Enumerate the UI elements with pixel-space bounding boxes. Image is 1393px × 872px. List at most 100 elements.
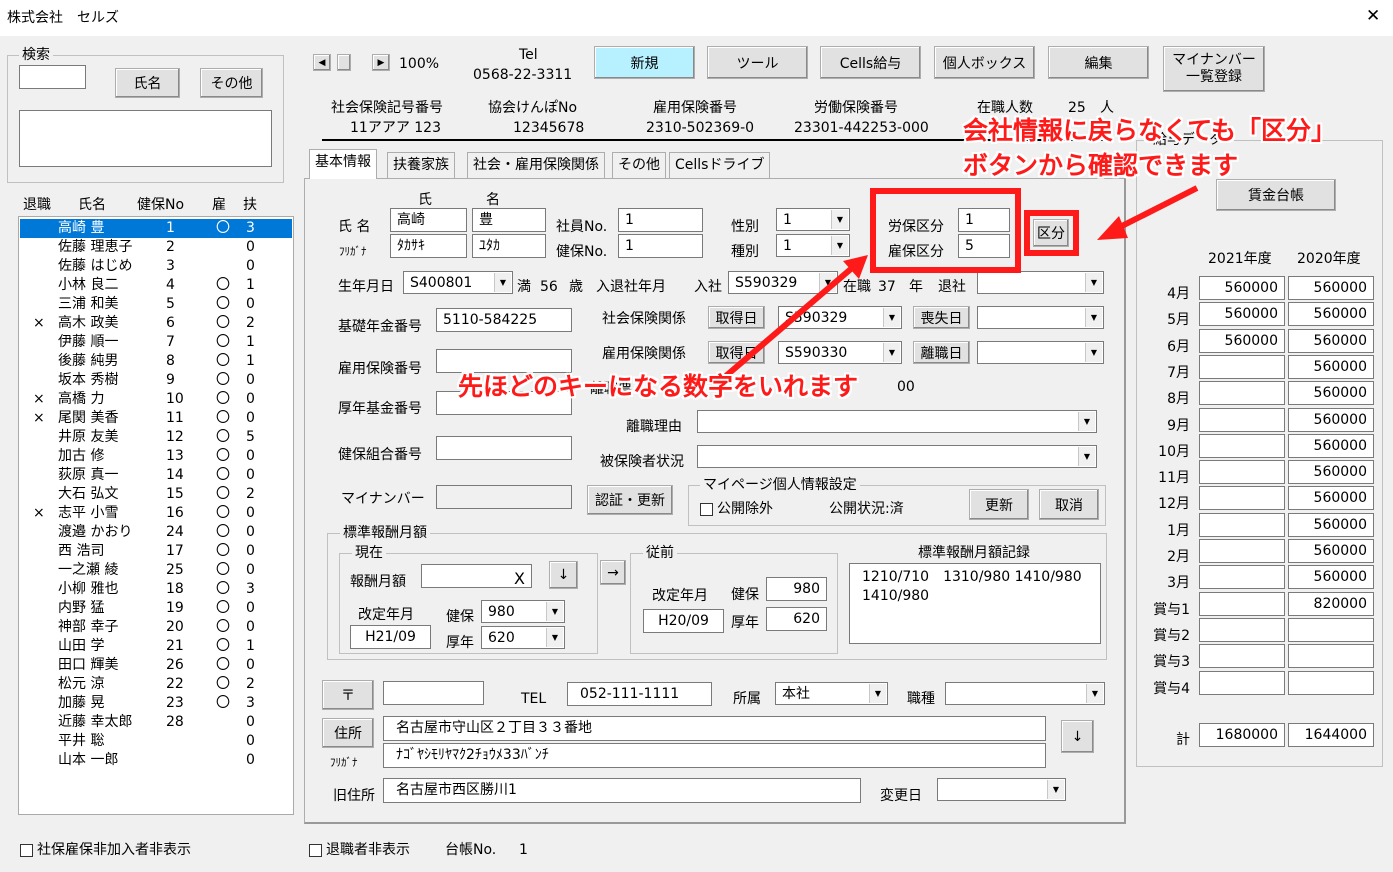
list-item[interactable]: 一之瀬 綾 25 〇 0 (20, 561, 292, 580)
kenpo-grade-select[interactable]: 980 ▼ (481, 600, 565, 623)
tab-cells-drive[interactable]: Cellsドライブ (669, 152, 771, 178)
list-item[interactable]: 三浦 和美 5 〇 0 (20, 295, 292, 314)
sei-kana-field[interactable]: ﾀｶｻｷ (390, 234, 467, 258)
salary-2020-field[interactable]: 560000 (1288, 302, 1374, 327)
list-item[interactable]: 渡邉 かおり 24 〇 0 (20, 523, 292, 542)
search-name-button[interactable]: 氏名 (115, 68, 180, 98)
shaho-date-select[interactable]: S590329 ▼ (778, 306, 902, 329)
list-item[interactable]: 井原 友美 12 〇 5 (20, 428, 292, 447)
salary-2020-field[interactable]: 560000 (1288, 276, 1374, 300)
list-item[interactable]: 神部 幸子 20 〇 0 (20, 618, 292, 637)
hide-nonmember-checkbox[interactable]: 社保雇保非加入者非表示 (20, 841, 191, 859)
address-kana-field[interactable]: ﾅｺﾞﾔｼﾓﾘﾔﾏｸ2ﾁｮｳﾒ33ﾊﾞﾝﾁ (383, 743, 1046, 768)
prev-kaitei-field[interactable]: H20/09 (643, 609, 724, 633)
mei-field[interactable]: 豊 (472, 208, 546, 232)
list-item[interactable]: 小林 良二 4 〇 1 (20, 276, 292, 295)
shaho-shutoku-button[interactable]: 取得日 (708, 306, 765, 329)
salary-2021-field[interactable] (1199, 407, 1285, 432)
salary-2020-field[interactable] (1288, 617, 1374, 642)
salary-2020-field[interactable]: 560000 (1288, 381, 1374, 406)
mypage-cancel-button[interactable]: 取消 (1039, 489, 1099, 520)
salary-2020-field[interactable]: 560000 (1288, 328, 1374, 353)
salary-2020-field[interactable]: 560000 (1288, 512, 1374, 537)
salary-2020-field[interactable]: 820000 (1288, 591, 1374, 616)
join-date-select[interactable]: S590329 ▼ (728, 271, 838, 294)
list-item[interactable]: 後藤 純男 8 〇 1 (20, 352, 292, 371)
record-area[interactable]: 1210/710 1310/980 1410/980 1410/980 (849, 563, 1101, 644)
tab-basic[interactable]: 基本情報 (309, 149, 377, 179)
list-item[interactable]: 佐藤 理恵子 2 0 (20, 238, 292, 257)
exclude-checkbox[interactable]: 公開除外 (700, 500, 773, 518)
salary-2020-field[interactable] (1288, 670, 1374, 695)
hihokensha-select[interactable]: ▼ (697, 445, 1097, 468)
leave-date-select[interactable]: ▼ (977, 271, 1104, 294)
scroll-left-button[interactable]: ◀ (313, 54, 331, 71)
list-item[interactable]: 高崎 豊 1 〇3 (20, 219, 292, 238)
address-tel-field[interactable]: 052-111-1111 (567, 682, 712, 706)
pension-field[interactable]: 5110-584225 (436, 308, 572, 332)
salary-2021-field[interactable]: 560000 (1199, 276, 1285, 300)
close-icon[interactable]: ✕ (1366, 7, 1380, 25)
reward-down-button[interactable]: ↓ (549, 561, 578, 589)
list-item[interactable]: 松元 涼 22 〇 2 (20, 675, 292, 694)
soshitsu-date-select[interactable]: ▼ (977, 306, 1104, 329)
salary-2021-field[interactable] (1199, 617, 1285, 642)
search-result-area[interactable] (19, 110, 272, 167)
birth-select[interactable]: S400801 ▼ (403, 271, 513, 294)
tab-insurance[interactable]: 社会・雇用保険関係 (467, 152, 605, 178)
search-input[interactable] (19, 65, 86, 89)
salary-2021-field[interactable] (1199, 433, 1285, 458)
salary-2021-field[interactable] (1199, 512, 1285, 537)
tab-other[interactable]: その他 (612, 152, 666, 178)
old-address-field[interactable]: 名古屋市西区勝川1 (383, 778, 861, 803)
kenpo-no-field[interactable]: 1 (618, 234, 703, 258)
new-button[interactable]: 新規 (594, 46, 695, 79)
list-item[interactable]: 荻原 真一 14 〇 0 (20, 466, 292, 485)
rouho-field[interactable]: 1 (958, 208, 1010, 232)
search-other-button[interactable]: その他 (200, 68, 263, 98)
list-item[interactable]: 山本 一郎 0 (20, 751, 292, 770)
list-item[interactable]: 平井 聡 0 (20, 732, 292, 751)
kenpo-kumiai-field[interactable] (436, 436, 572, 460)
scroll-right-button[interactable]: ▶ (372, 54, 390, 71)
salary-2020-field[interactable]: 560000 (1288, 539, 1374, 563)
list-item[interactable]: 山田 学 21 〇 1 (20, 637, 292, 656)
salary-2021-field[interactable] (1199, 381, 1285, 406)
auth-update-button[interactable]: 認証・更新 (587, 485, 673, 515)
salary-2020-field[interactable]: 560000 (1288, 407, 1374, 432)
salary-2020-field[interactable]: 560000 (1288, 565, 1374, 590)
list-item[interactable]: × 尾関 美香 11 〇 0 (20, 409, 292, 428)
salary-2021-field[interactable]: 560000 (1199, 302, 1285, 327)
salary-2021-field[interactable] (1199, 539, 1285, 563)
list-item[interactable]: × 高木 政美 6 〇 2 (20, 314, 292, 333)
address-down-button[interactable]: ↓ (1061, 720, 1094, 753)
mei-kana-field[interactable]: ﾕﾀｶ (472, 234, 546, 258)
salary-2021-field[interactable]: 560000 (1199, 328, 1285, 353)
address-field[interactable]: 名古屋市守山区２丁目３３番地 (383, 716, 1046, 741)
list-item[interactable]: 田口 輝美 26 〇 0 (20, 656, 292, 675)
kounen-grade-select[interactable]: 620 ▼ (481, 626, 565, 649)
kaitei-field[interactable]: H21/09 (350, 625, 431, 649)
copy-arrow-button[interactable]: → (600, 560, 626, 585)
list-item[interactable]: 伊藤 順一 7 〇 1 (20, 333, 292, 352)
salary-2020-field[interactable]: 560000 (1288, 460, 1374, 485)
list-item[interactable]: × 高橋 力 10 〇 0 (20, 390, 292, 409)
sei-field[interactable]: 高崎 (390, 208, 467, 232)
scroll-thumb[interactable] (337, 54, 351, 71)
edit-button[interactable]: 編集 (1048, 46, 1149, 79)
emp-no-field[interactable]: 1 (618, 208, 703, 232)
change-date-select[interactable]: ▼ (937, 778, 1066, 801)
koyo-date-select[interactable]: S590330 ▼ (778, 341, 902, 364)
tool-button[interactable]: ツール (707, 46, 808, 79)
mynumber-field[interactable] (436, 485, 572, 509)
address-button[interactable]: 住所 (322, 718, 374, 748)
salary-2021-field[interactable] (1199, 354, 1285, 379)
rishoku-reason-select[interactable]: ▼ (697, 410, 1097, 433)
list-item[interactable]: 近藤 幸太郎 28 0 (20, 713, 292, 732)
list-item[interactable]: 内野 猛 19 〇 0 (20, 599, 292, 618)
kubun-button[interactable]: 区分 (1033, 219, 1069, 247)
personal-box-button[interactable]: 個人ボックス (934, 46, 1035, 79)
salary-2021-field[interactable] (1199, 670, 1285, 695)
zip-button[interactable]: 〒 (322, 680, 374, 710)
list-item[interactable]: × 志平 小雪 16 〇 0 (20, 504, 292, 523)
